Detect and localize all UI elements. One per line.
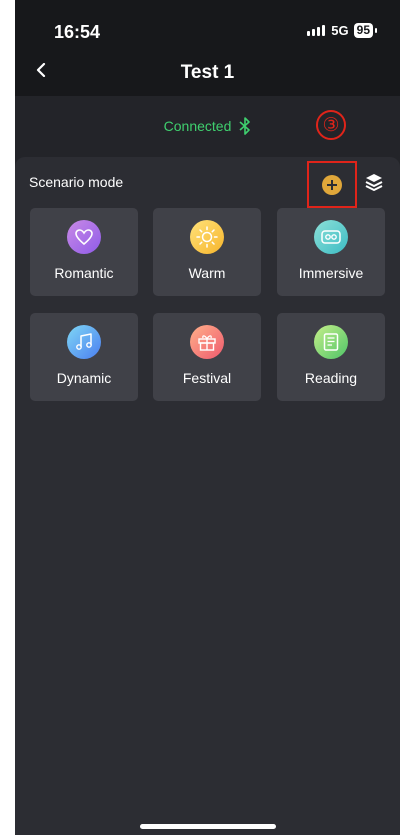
document-icon: [314, 325, 348, 359]
top-bar: 16:54 5G 95 Test 1: [15, 0, 400, 96]
mode-label: Warm: [188, 265, 226, 281]
vr-goggles-icon: [314, 220, 348, 254]
status-indicators: 5G 95: [307, 23, 378, 38]
section-title: Scenario mode: [29, 174, 124, 190]
bluetooth-icon: [239, 117, 251, 135]
mode-card-reading[interactable]: Reading: [277, 313, 385, 401]
home-indicator: [140, 824, 276, 829]
mode-label: Dynamic: [56, 370, 112, 386]
add-highlight-box: [307, 161, 357, 208]
mode-card-festival[interactable]: Festival: [153, 313, 261, 401]
mode-label: Romantic: [54, 265, 114, 281]
add-circle-icon[interactable]: [322, 174, 342, 195]
network-type: 5G: [331, 23, 349, 38]
connection-label: Connected: [163, 118, 232, 134]
mode-card-immersive[interactable]: Immersive: [277, 208, 385, 296]
page-title: Test 1: [180, 62, 235, 83]
mode-card-warm[interactable]: Warm: [153, 208, 261, 296]
layers-icon[interactable]: [364, 172, 384, 192]
mode-card-romantic[interactable]: Romantic: [30, 208, 138, 296]
battery-indicator: 95: [353, 23, 378, 38]
app-screen: 16:54 5G 95 Test 1 Connected ③ Scenario …: [15, 0, 400, 835]
signal-icon: [307, 25, 326, 36]
mode-label: Immersive: [298, 265, 364, 281]
mode-card-dynamic[interactable]: Dynamic: [30, 313, 138, 401]
music-note-icon: [67, 325, 101, 359]
heart-icon: [67, 220, 101, 254]
mode-label: Festival: [182, 370, 232, 386]
sun-icon: [190, 220, 224, 254]
mode-label: Reading: [304, 370, 358, 386]
gift-icon: [190, 325, 224, 359]
status-time: 16:54: [54, 22, 101, 42]
step-annotation-marker: ③: [316, 110, 346, 140]
